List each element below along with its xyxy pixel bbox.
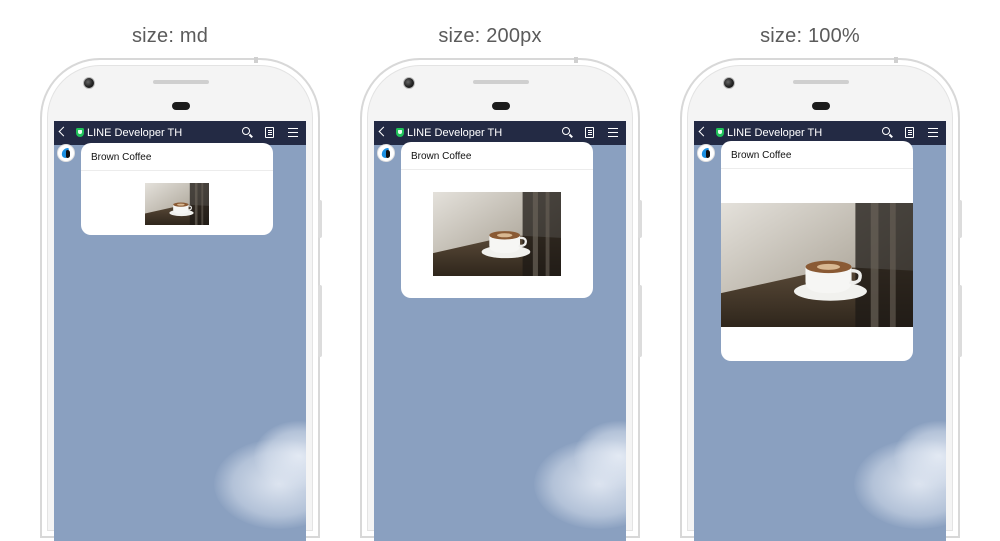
sensor-slot <box>172 102 190 110</box>
phone-top-pin <box>254 57 258 63</box>
bubble-header: Brown Coffee <box>401 142 593 170</box>
avatar-icon[interactable] <box>57 144 75 162</box>
flex-bubble[interactable]: Brown Coffee <box>401 142 593 298</box>
back-chevron-icon[interactable] <box>698 126 709 137</box>
hero-image-coffee-cup[interactable] <box>145 183 209 225</box>
back-chevron-icon[interactable] <box>378 126 389 137</box>
search-icon[interactable] <box>882 127 893 138</box>
panel-caption: size: md <box>131 25 209 47</box>
chat-header: LINE Developer TH <box>54 121 306 145</box>
speaker-grille <box>793 80 849 84</box>
back-chevron-icon[interactable] <box>58 126 69 137</box>
notes-icon[interactable] <box>265 127 274 138</box>
speaker-grille <box>473 80 529 84</box>
chat-title: LINE Developer TH <box>727 127 823 139</box>
power-button <box>958 285 962 357</box>
camera-icon <box>723 77 735 89</box>
sensor-slot <box>492 102 510 110</box>
search-icon[interactable] <box>242 127 253 138</box>
hero-image-coffee-cup[interactable] <box>433 192 561 276</box>
bubble-title: Brown Coffee <box>91 152 152 163</box>
chat-title: LINE Developer TH <box>87 127 183 139</box>
phone-frame: LINE Developer TH Brown Coffee <box>680 57 960 541</box>
menu-icon[interactable] <box>928 127 939 138</box>
verified-shield-icon <box>396 128 404 137</box>
verified-shield-icon <box>716 128 724 137</box>
avatar-icon[interactable] <box>697 144 715 162</box>
panel-caption: size: 200px <box>438 25 542 47</box>
camera-icon <box>83 77 95 89</box>
avatar-icon[interactable] <box>377 144 395 162</box>
hero-image-coffee-cup[interactable] <box>721 203 913 327</box>
power-button <box>318 285 322 357</box>
phone-top-pin <box>574 57 578 63</box>
bubble-header: Brown Coffee <box>721 141 913 169</box>
volume-button <box>318 200 322 238</box>
volume-button <box>958 200 962 238</box>
panel-size-md: size: md LINE Developer TH Brown Coffee <box>20 0 322 541</box>
verified-shield-icon <box>76 128 84 137</box>
camera-icon <box>403 77 415 89</box>
panel-size-200px: size: 200px LINE Developer TH Brown Coff… <box>340 0 642 541</box>
search-icon[interactable] <box>562 127 573 138</box>
bubble-title: Brown Coffee <box>411 151 472 162</box>
notes-icon[interactable] <box>905 127 914 138</box>
volume-button <box>638 200 642 238</box>
flex-bubble[interactable]: Brown Coffee <box>721 141 913 361</box>
notes-icon[interactable] <box>585 127 594 138</box>
panel-caption: size: 100% <box>760 25 860 47</box>
menu-icon[interactable] <box>288 127 299 138</box>
menu-icon[interactable] <box>608 127 619 138</box>
flex-bubble[interactable]: Brown Coffee <box>81 143 273 235</box>
chat-screen: LINE Developer TH Brown Coffee <box>694 121 946 541</box>
bubble-title: Brown Coffee <box>731 150 792 161</box>
phone-top-pin <box>894 57 898 63</box>
panel-size-100pct: size: 100% LINE Developer TH Brown Coffe… <box>660 0 962 541</box>
sensor-slot <box>812 102 830 110</box>
power-button <box>638 285 642 357</box>
chat-title: LINE Developer TH <box>407 127 503 139</box>
phone-frame: LINE Developer TH Brown Coffee <box>40 57 320 541</box>
bubble-header: Brown Coffee <box>81 143 273 171</box>
speaker-grille <box>153 80 209 84</box>
chat-screen: LINE Developer TH Brown Coffee <box>54 121 306 541</box>
phone-frame: LINE Developer TH Brown Coffee <box>360 57 640 541</box>
chat-screen: LINE Developer TH Brown Coffee <box>374 121 626 541</box>
